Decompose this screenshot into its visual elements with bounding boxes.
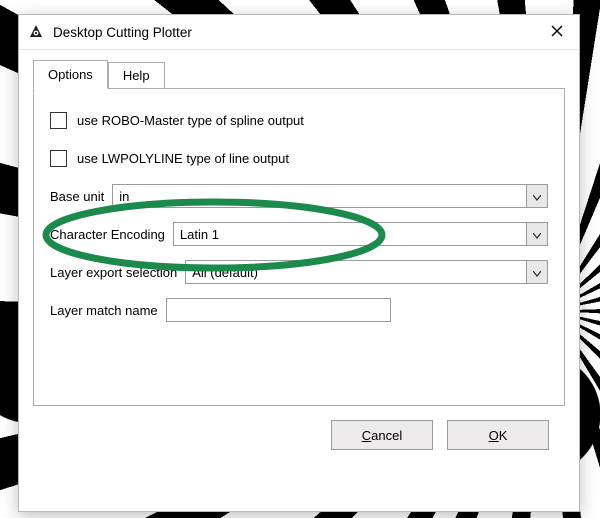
base-unit-combo[interactable]: in	[112, 184, 548, 208]
row-layer-export: Layer export selection All (default)	[50, 259, 548, 285]
chevron-down-icon	[533, 189, 541, 204]
tab-help[interactable]: Help	[108, 62, 165, 89]
layer-export-value: All (default)	[186, 265, 526, 280]
window-title: Desktop Cutting Plotter	[53, 25, 535, 40]
char-encoding-label: Character Encoding	[50, 227, 165, 242]
button-bar: Cancel OK	[33, 406, 565, 466]
row-char-encoding: Character Encoding Latin 1	[50, 221, 548, 247]
row-layer-match: Layer match name	[50, 297, 548, 323]
base-unit-value: in	[113, 189, 526, 204]
tab-label: Help	[123, 68, 150, 83]
row-base-unit: Base unit in	[50, 183, 548, 209]
titlebar: Desktop Cutting Plotter	[19, 15, 579, 50]
tab-label: Options	[48, 67, 93, 82]
chevron-down-icon	[533, 265, 541, 280]
base-unit-dropdown-button[interactable]	[526, 185, 547, 207]
tab-panel-options: use ROBO-Master type of spline output us…	[33, 88, 565, 406]
dialog-window: Desktop Cutting Plotter Options Help use…	[18, 14, 580, 512]
char-encoding-dropdown-button[interactable]	[526, 223, 547, 245]
cancel-button[interactable]: Cancel	[331, 420, 433, 450]
layer-match-label: Layer match name	[50, 303, 158, 318]
tab-options[interactable]: Options	[33, 60, 108, 89]
layer-match-input[interactable]	[166, 298, 391, 322]
robo-checkbox[interactable]	[50, 112, 67, 129]
char-encoding-value: Latin 1	[174, 227, 526, 242]
lwpoly-checkbox-label: use LWPOLYLINE type of line output	[77, 151, 289, 166]
layer-export-dropdown-button[interactable]	[526, 261, 547, 283]
tabstrip: Options Help	[33, 61, 565, 89]
layer-export-label: Layer export selection	[50, 265, 177, 280]
lwpoly-checkbox[interactable]	[50, 150, 67, 167]
client-area: Options Help use ROBO-Master type of spl…	[19, 50, 579, 511]
close-button[interactable]	[535, 15, 579, 49]
row-robo-checkbox: use ROBO-Master type of spline output	[50, 107, 548, 133]
chevron-down-icon	[533, 227, 541, 242]
robo-checkbox-label: use ROBO-Master type of spline output	[77, 113, 304, 128]
ok-button-label: OK	[489, 428, 508, 443]
row-lwpoly-checkbox: use LWPOLYLINE type of line output	[50, 145, 548, 171]
ok-button[interactable]: OK	[447, 420, 549, 450]
layer-export-combo[interactable]: All (default)	[185, 260, 548, 284]
base-unit-label: Base unit	[50, 189, 104, 204]
close-icon	[551, 25, 563, 40]
cancel-button-label: Cancel	[362, 428, 402, 443]
app-icon	[27, 23, 45, 41]
char-encoding-combo[interactable]: Latin 1	[173, 222, 548, 246]
